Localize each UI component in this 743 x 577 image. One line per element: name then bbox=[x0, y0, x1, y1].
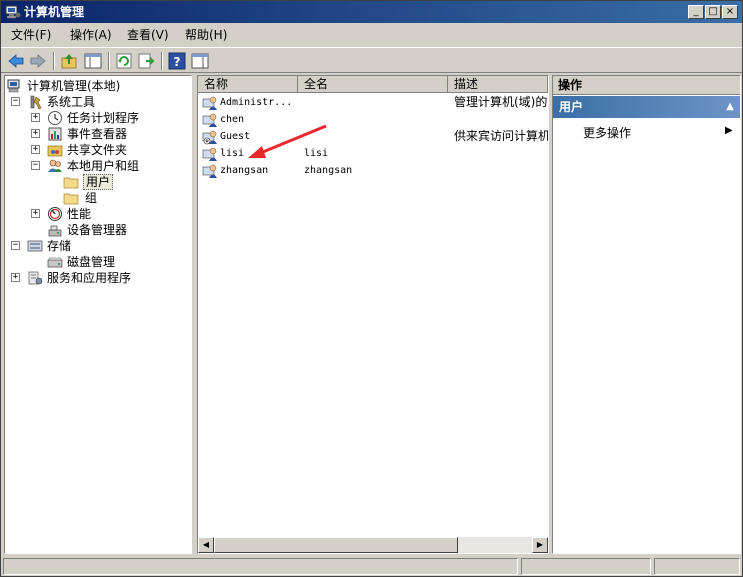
disabled-user-icon bbox=[202, 130, 217, 145]
clock-icon bbox=[48, 111, 62, 125]
close-button[interactable]: × bbox=[722, 5, 738, 19]
actions-section-users[interactable]: 用户 ▲ bbox=[553, 96, 740, 118]
user-row-administrator[interactable]: Administr... 管理计算机(域)的 bbox=[198, 94, 548, 111]
computer-management-icon bbox=[7, 79, 20, 93]
toolbar-separator bbox=[161, 52, 163, 70]
minimize-button[interactable]: _ bbox=[688, 5, 704, 19]
tree-item-label: 磁盘管理 bbox=[67, 255, 116, 269]
device-manager-icon bbox=[48, 225, 62, 237]
expand-expander[interactable]: + bbox=[31, 129, 40, 138]
horizontal-scrollbar[interactable]: ◀ ▶ bbox=[198, 537, 548, 553]
computer-management-window: 计算机管理 _ □ × 文件(F) 操作(A) 查看(V) 帮助(H) ? 计算… bbox=[0, 0, 743, 577]
menu-bar: 文件(F) 操作(A) 查看(V) 帮助(H) bbox=[1, 24, 742, 46]
toolbar: ? bbox=[1, 47, 742, 73]
tree-item-label: 组 bbox=[85, 191, 98, 205]
folder-icon bbox=[63, 193, 79, 205]
collapse-up-icon[interactable]: ▲ bbox=[726, 96, 734, 118]
user-icon bbox=[202, 113, 217, 127]
column-header-name[interactable]: 名称 bbox=[198, 76, 298, 93]
export-list-icon[interactable] bbox=[137, 52, 155, 70]
menu-view[interactable]: 查看(V) bbox=[127, 28, 169, 42]
refresh-icon[interactable] bbox=[115, 52, 133, 70]
scrollbar-thumb[interactable] bbox=[214, 537, 458, 553]
actions-pane: 操作 用户 ▲ 更多操作 ▶ bbox=[552, 75, 741, 554]
scroll-left-button[interactable]: ◀ bbox=[198, 537, 214, 553]
column-header-fullname[interactable]: 全名 bbox=[298, 76, 448, 93]
folder-icon bbox=[63, 177, 79, 189]
tree-item-label: 设备管理器 bbox=[67, 223, 128, 237]
column-header-description[interactable]: 描述 bbox=[448, 76, 548, 93]
forward-icon[interactable] bbox=[29, 52, 47, 70]
actions-header: 操作 bbox=[553, 76, 740, 95]
tree-item-label: 系统工具 bbox=[47, 95, 96, 109]
performance-icon bbox=[48, 207, 62, 221]
disk-icon bbox=[47, 257, 63, 268]
svg-text:?: ? bbox=[174, 55, 181, 69]
collapse-expander[interactable]: − bbox=[11, 97, 20, 106]
menu-action[interactable]: 操作(A) bbox=[70, 28, 112, 42]
tree-item-label: 任务计划程序 bbox=[67, 111, 140, 125]
user-description: 供来宾访问计算机 bbox=[454, 129, 548, 143]
system-tools-icon bbox=[30, 95, 42, 110]
expand-expander[interactable]: + bbox=[11, 273, 20, 282]
tree-item-label: 存储 bbox=[47, 239, 72, 253]
console-tree: 计算机管理(本地) − 系统工具 + 任务计划程序 + 事件查看器 + 共享文件… bbox=[4, 75, 192, 554]
help-icon[interactable]: ? bbox=[168, 52, 186, 70]
user-icon bbox=[202, 96, 217, 110]
tree-item-label: 本地用户和组 bbox=[67, 159, 140, 173]
status-cell bbox=[521, 558, 651, 575]
computer-management-app-icon bbox=[5, 5, 21, 19]
event-viewer-icon bbox=[48, 127, 62, 141]
menu-file[interactable]: 文件(F) bbox=[11, 28, 51, 42]
status-bar bbox=[1, 557, 742, 576]
users-groups-icon bbox=[48, 159, 62, 172]
menu-help[interactable]: 帮助(H) bbox=[185, 28, 227, 42]
maximize-button[interactable]: □ bbox=[705, 5, 721, 19]
expand-expander[interactable]: + bbox=[31, 209, 40, 218]
window-title: 计算机管理 bbox=[24, 5, 85, 19]
services-icon bbox=[28, 271, 43, 285]
users-list: 名称 全名 描述 Administr... 管理计算机(域)的 chen Gue… bbox=[197, 75, 549, 554]
submenu-arrow-icon: ▶ bbox=[725, 125, 733, 136]
tree-item-label: 服务和应用程序 bbox=[47, 271, 132, 285]
tree-item-label: 事件查看器 bbox=[67, 127, 128, 141]
user-name: Administr... bbox=[220, 97, 293, 108]
actions-section-label: 用户 bbox=[559, 100, 584, 114]
up-folder-icon[interactable] bbox=[60, 52, 78, 70]
collapse-expander[interactable]: − bbox=[31, 161, 40, 170]
annotation-arrow bbox=[248, 124, 327, 158]
show-hide-tree-icon[interactable] bbox=[84, 52, 102, 70]
toolbar-separator bbox=[53, 52, 55, 70]
tree-item-label: 性能 bbox=[67, 207, 92, 221]
shared-folder-icon bbox=[47, 145, 63, 157]
tree-item-label: 计算机管理(本地) bbox=[27, 79, 121, 93]
scroll-right-button[interactable]: ▶ bbox=[532, 537, 548, 553]
collapse-expander[interactable]: − bbox=[11, 241, 20, 250]
title-bar[interactable]: 计算机管理 _ □ × bbox=[1, 1, 742, 23]
expand-expander[interactable]: + bbox=[31, 145, 40, 154]
user-icon bbox=[202, 164, 217, 178]
toolbar-separator bbox=[108, 52, 110, 70]
expand-expander[interactable]: + bbox=[31, 113, 40, 122]
action-pane-icon[interactable] bbox=[191, 52, 209, 70]
status-cell bbox=[654, 558, 740, 575]
more-actions-label: 更多操作 bbox=[583, 126, 632, 140]
user-description: 管理计算机(域)的 bbox=[454, 95, 548, 109]
storage-icon bbox=[27, 240, 43, 252]
back-icon[interactable] bbox=[7, 52, 25, 70]
status-cell bbox=[3, 558, 518, 575]
tree-item-label: 用户 bbox=[83, 174, 114, 190]
more-actions-item[interactable]: 更多操作 bbox=[583, 124, 631, 141]
user-icon bbox=[202, 147, 217, 161]
tree-item-label: 共享文件夹 bbox=[67, 143, 128, 157]
